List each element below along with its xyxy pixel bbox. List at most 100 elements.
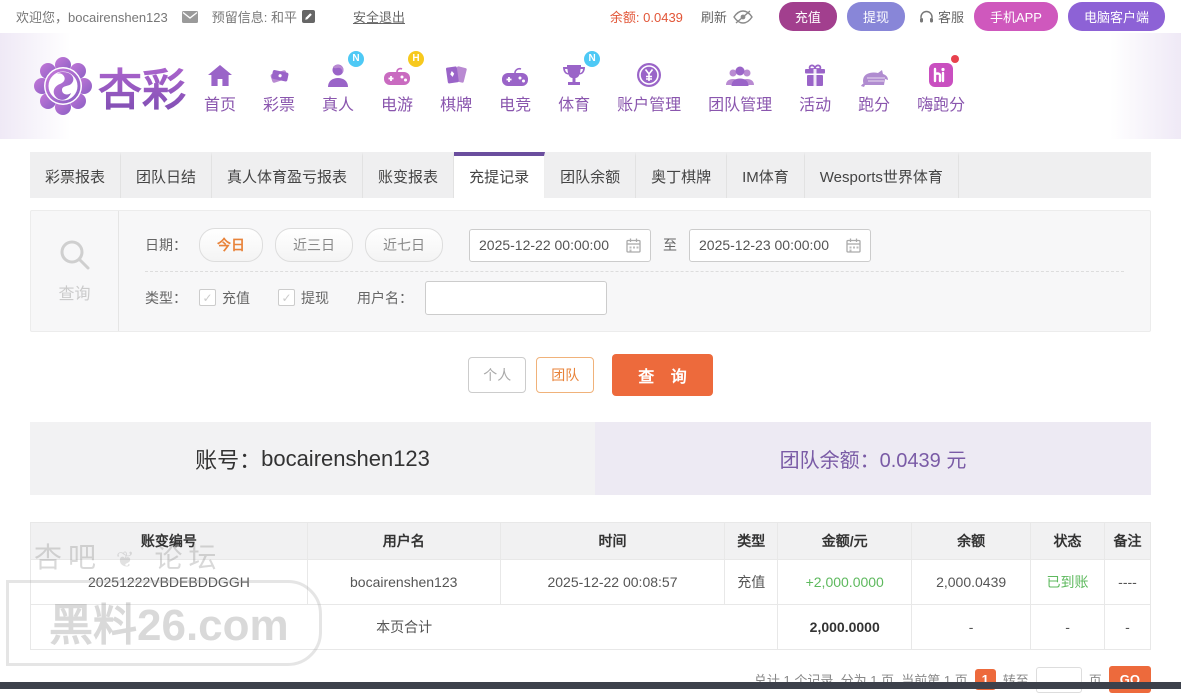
- tab-account-change[interactable]: 账变报表: [363, 152, 454, 198]
- envelope-icon[interactable]: [182, 11, 198, 23]
- tab-live-sports-pnl[interactable]: 真人体育盈亏报表: [212, 152, 363, 198]
- col-username: 用户名: [307, 523, 500, 560]
- withdraw-checkbox[interactable]: [278, 289, 295, 306]
- eye-off-icon[interactable]: [733, 10, 753, 24]
- tab-deposit-withdraw-records[interactable]: 充提记录: [454, 152, 545, 198]
- cell-type: 充值: [725, 560, 778, 605]
- col-remark: 备注: [1104, 523, 1150, 560]
- account-summary: 账号： bocairenshen123 团队余额： 0.0439 元: [30, 422, 1151, 495]
- col-status: 状态: [1031, 523, 1105, 560]
- rhino-icon: [858, 58, 890, 88]
- nav-item-esports[interactable]: 电竞: [499, 58, 531, 115]
- nav-item-activity[interactable]: 活动: [799, 58, 831, 115]
- preset-today[interactable]: 今日: [199, 228, 263, 262]
- badge-new: N: [584, 51, 600, 67]
- lottery-icon: [266, 58, 292, 88]
- report-tabs: 彩票报表 团队日结 真人体育盈亏报表 账变报表 充提记录 团队余额 奥丁棋牌 I…: [30, 152, 1151, 198]
- col-balance: 余额: [912, 523, 1031, 560]
- total-remark: -: [1104, 605, 1150, 650]
- mobile-app-button[interactable]: 手机APP: [974, 2, 1058, 31]
- account-yen-icon: [636, 58, 662, 88]
- total-status: -: [1031, 605, 1105, 650]
- type-option-recharge: 充值: [199, 288, 250, 308]
- logout-link[interactable]: 安全退出: [353, 7, 405, 26]
- cell-remark: ----: [1104, 560, 1150, 605]
- pc-client-button[interactable]: 电脑客户端: [1068, 2, 1165, 31]
- team-balance: 团队余额： 0.0439 元: [595, 422, 1151, 495]
- total-amount: 2,000.0000: [778, 605, 912, 650]
- total-balance: -: [912, 605, 1031, 650]
- col-type: 类型: [725, 523, 778, 560]
- col-amount: 金额/元: [778, 523, 912, 560]
- nav-item-hipaofen[interactable]: 嗨跑分: [917, 58, 965, 115]
- total-label: 本页合计: [31, 605, 778, 650]
- footer-bar: [0, 682, 1181, 689]
- tab-team-daily[interactable]: 团队日结: [121, 152, 212, 198]
- recharge-button[interactable]: 充值: [779, 2, 837, 31]
- edit-icon[interactable]: [302, 10, 315, 23]
- tab-team-balance[interactable]: 团队余额: [545, 152, 636, 198]
- account-name: 账号： bocairenshen123: [30, 422, 595, 495]
- customer-service-link[interactable]: 客服: [919, 7, 964, 26]
- preset-7days[interactable]: 近七日: [365, 228, 443, 262]
- tab-wesports[interactable]: Wesports世界体育: [805, 152, 959, 198]
- tab-im-sports[interactable]: IM体育: [727, 152, 805, 198]
- site-logo[interactable]: 杏彩: [34, 54, 186, 118]
- filter-side-label: 查询: [31, 211, 119, 331]
- balance-display: 余额: 0.0439: [610, 7, 683, 26]
- chess-cards-icon: [444, 58, 468, 88]
- refresh-link[interactable]: 刷新: [701, 7, 727, 26]
- badge-new: N: [348, 51, 364, 67]
- table-total-row: 本页合计 2,000.0000 - - -: [31, 605, 1151, 650]
- cell-change-id: 20251222VBDEBDDGGH: [31, 560, 308, 605]
- type-filter-row: 类型： 充值 提现 用户名：: [145, 271, 1124, 323]
- nav-item-account[interactable]: 账户管理: [617, 58, 681, 115]
- to-label: 至: [663, 235, 677, 255]
- logo-emblem-icon: [34, 57, 92, 115]
- records-table: 账变编号 用户名 时间 类型 金额/元 余额 状态 备注 20251222VBD…: [30, 522, 1151, 650]
- badge-hot: H: [408, 51, 424, 67]
- topbar: 欢迎您，bocairenshen123 预留信息: 和平 安全退出 余额: 0.…: [0, 0, 1181, 33]
- cell-amount: +2,000.0000: [778, 560, 912, 605]
- main-nav: 首页 彩票 N 真人 H 电游: [204, 58, 965, 115]
- date-from-input[interactable]: 2025-12-22 00:00:00: [469, 229, 651, 262]
- calendar-icon: [626, 238, 641, 253]
- nav-item-paofen[interactable]: 跑分: [858, 58, 890, 115]
- preset-3days[interactable]: 近三日: [275, 228, 353, 262]
- sports-trophy-icon: N: [561, 58, 587, 88]
- recharge-checkbox[interactable]: [199, 289, 216, 306]
- table-header-row: 账变编号 用户名 时间 类型 金额/元 余额 状态 备注: [31, 523, 1151, 560]
- personal-button[interactable]: 个人: [468, 357, 526, 393]
- nav-item-sports[interactable]: N 体育: [558, 58, 590, 115]
- nav-item-lottery[interactable]: 彩票: [263, 58, 295, 115]
- nav-item-live[interactable]: N 真人: [322, 58, 354, 115]
- cell-balance: 2,000.0439: [912, 560, 1031, 605]
- date-filter-row: 日期： 今日 近三日 近七日 2025-12-22 00:00:00 至 202…: [145, 219, 1124, 271]
- cell-username: bocairenshen123: [307, 560, 500, 605]
- date-label: 日期：: [145, 235, 187, 255]
- headset-icon: [919, 10, 934, 24]
- filter-panel: 查询 日期： 今日 近三日 近七日 2025-12-22 00:00:00 至 …: [30, 210, 1151, 332]
- logo-text: 杏彩: [98, 54, 186, 118]
- esports-icon: [501, 58, 529, 88]
- type-option-withdraw: 提现: [278, 288, 329, 308]
- home-icon: [207, 58, 233, 88]
- tab-aoding-chess[interactable]: 奥丁棋牌: [636, 152, 727, 198]
- calendar-icon: [846, 238, 861, 253]
- gift-icon: [803, 58, 827, 88]
- tab-lottery-report[interactable]: 彩票报表: [30, 152, 121, 198]
- withdraw-button[interactable]: 提现: [847, 2, 905, 31]
- live-casino-icon: N: [325, 58, 351, 88]
- nav-item-egame[interactable]: H 电游: [381, 58, 413, 115]
- cell-status: 已到账: [1031, 560, 1105, 605]
- nav-item-chess[interactable]: 棋牌: [440, 58, 472, 115]
- table-row: 20251222VBDEBDDGGH bocairenshen123 2025-…: [31, 560, 1151, 605]
- query-button[interactable]: 查 询: [612, 354, 712, 396]
- date-to-input[interactable]: 2025-12-23 00:00:00: [689, 229, 871, 262]
- username-input[interactable]: [425, 281, 607, 315]
- nav-item-home[interactable]: 首页: [204, 58, 236, 115]
- action-buttons: 个人 团队 查 询: [30, 354, 1151, 396]
- team-icon: [725, 58, 755, 88]
- team-button[interactable]: 团队: [536, 357, 594, 393]
- nav-item-team[interactable]: 团队管理: [708, 58, 772, 115]
